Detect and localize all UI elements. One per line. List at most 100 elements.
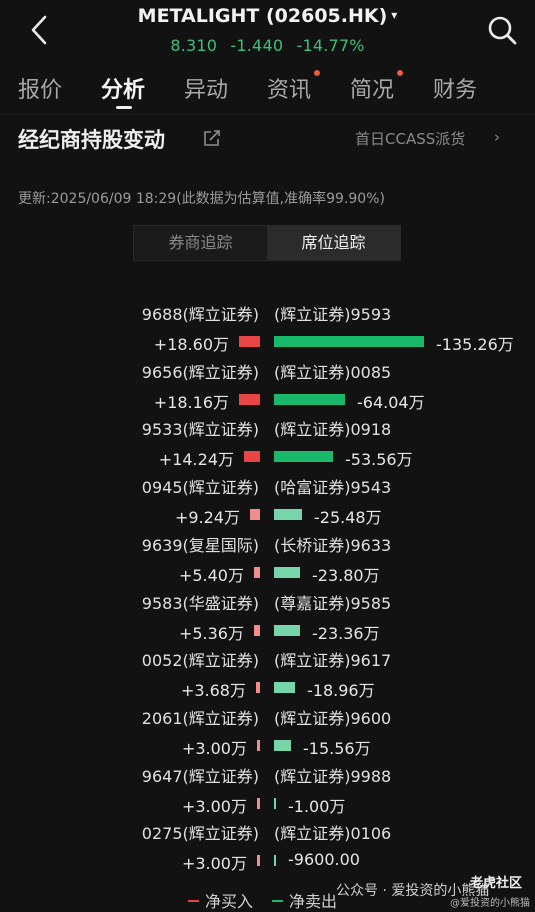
buy-value: +18.16万	[153, 393, 229, 412]
sell-bar	[274, 509, 302, 520]
seller-seat: (辉立证券)9593	[274, 305, 392, 324]
tab-label: 简况	[350, 78, 395, 103]
section-title: 经纪商持股变动	[18, 128, 165, 152]
last-price: 8.310	[170, 36, 218, 55]
seller-seat: (辉立证券)9600	[274, 709, 392, 728]
sell-bar	[274, 625, 300, 636]
buyer-seat: 9533(辉立证券)	[141, 420, 259, 439]
seller-seat: (辉立证券)0918	[274, 420, 392, 439]
sell-bar	[274, 798, 276, 809]
tab-label: 分析	[101, 78, 146, 103]
community-watermark: 老虎社区	[470, 876, 523, 891]
price-change: -1.440	[230, 36, 284, 55]
seller-seat: (辉立证券)0106	[274, 824, 392, 843]
segment-broker-tracking[interactable]: 券商追踪	[134, 226, 267, 260]
buyer-seat: 9656(辉立证券)	[141, 363, 259, 382]
seller-seat: (哈富证券)9543	[274, 478, 392, 497]
buy-value: +3.68万	[180, 681, 246, 700]
sell-value: -23.36万	[312, 624, 380, 643]
chevron-down-icon: ▾	[391, 8, 398, 22]
tab-2[interactable]: 异动	[184, 72, 228, 104]
sell-value: -25.48万	[314, 508, 382, 527]
legend-buy-swatch	[188, 900, 199, 902]
stock-title-text: METALIGHT (02605.HK)	[137, 5, 388, 27]
tab-label: 资讯	[267, 78, 312, 103]
legend-sell-label: 净卖出	[289, 892, 338, 911]
tab-label: 财务	[433, 78, 478, 103]
buy-value: +9.24万	[174, 508, 240, 527]
tab-3[interactable]: 资讯	[267, 70, 320, 104]
buyer-seat: 9688(辉立证券)	[141, 305, 259, 324]
chevron-right-icon[interactable]: ›	[494, 128, 500, 146]
segment-seat-tracking[interactable]: 席位追踪	[267, 226, 400, 260]
buy-value: +5.40万	[178, 566, 244, 585]
notification-dot	[314, 70, 320, 76]
sell-value: -9600.00	[288, 850, 360, 869]
sell-bar	[274, 740, 291, 751]
divider	[0, 114, 535, 115]
buy-value: +3.00万	[181, 797, 247, 816]
buy-bar	[244, 451, 260, 462]
buy-bar	[257, 740, 260, 751]
segmented-control: 券商追踪 席位追踪	[133, 225, 401, 261]
buy-value: +3.00万	[181, 854, 247, 873]
sell-bar	[274, 336, 424, 347]
buyer-seat: 9647(辉立证券)	[141, 767, 259, 786]
buy-value: +14.24万	[158, 450, 234, 469]
active-tab-indicator	[116, 106, 132, 109]
update-timestamp: 更新:2025/06/09 18:29(此数据为估算值,准确率99.90%)	[18, 191, 385, 207]
sell-value: -64.04万	[357, 393, 425, 412]
seller-seat: (长桥证券)9633	[274, 536, 392, 555]
buyer-seat: 0945(辉立证券)	[141, 478, 259, 497]
buyer-seat: 9583(华盛证券)	[141, 594, 259, 613]
sell-value: -23.80万	[312, 566, 380, 585]
buy-bar	[250, 509, 260, 520]
ccass-link[interactable]: 首日CCASS派货	[355, 128, 465, 149]
buy-bar	[239, 394, 260, 405]
sell-value: -18.96万	[307, 681, 375, 700]
price-change-pct: -14.77%	[296, 36, 365, 55]
seller-seat: (辉立证券)9617	[274, 651, 392, 670]
buy-value: +3.00万	[181, 739, 247, 758]
tab-label: 异动	[184, 78, 229, 103]
sell-value: -15.56万	[303, 739, 371, 758]
buyer-seat: 9639(复星国际)	[141, 536, 259, 555]
buyer-seat: 0275(辉立证券)	[141, 824, 259, 843]
tab-1[interactable]: 分析	[101, 72, 145, 104]
sell-value: -53.56万	[345, 450, 413, 469]
tab-label: 报价	[18, 78, 63, 103]
buy-bar	[239, 336, 260, 347]
seller-seat: (辉立证券)9988	[274, 767, 392, 786]
sell-bar	[274, 451, 333, 462]
handle-watermark: @爱投资的小熊猫	[450, 898, 530, 909]
sell-bar	[274, 567, 300, 578]
buy-bar	[257, 855, 260, 866]
notification-dot	[397, 70, 403, 76]
legend-buy: 净买入	[188, 888, 253, 912]
search-icon[interactable]	[486, 14, 518, 46]
tab-5[interactable]: 财务	[433, 72, 477, 104]
stock-title[interactable]: METALIGHT (02605.HK) ▾	[0, 5, 535, 27]
sell-bar	[274, 394, 345, 405]
legend-sell-swatch	[272, 900, 283, 902]
buy-bar	[254, 625, 260, 636]
buy-bar	[256, 682, 260, 693]
legend-buy-label: 净买入	[205, 892, 254, 911]
sell-value: -135.26万	[436, 335, 514, 354]
seller-seat: (尊嘉证券)9585	[274, 594, 392, 613]
sell-bar	[274, 682, 295, 693]
legend-sell: 净卖出	[272, 888, 337, 912]
seller-seat: (辉立证券)0085	[274, 363, 392, 382]
buy-bar	[254, 567, 260, 578]
buy-bar	[257, 798, 260, 809]
buyer-seat: 0052(辉立证券)	[141, 651, 259, 670]
share-icon[interactable]	[202, 128, 222, 148]
buy-value: +18.60万	[153, 335, 229, 354]
sell-value: -1.00万	[288, 797, 346, 816]
buyer-seat: 2061(辉立证券)	[141, 709, 259, 728]
buy-value: +5.36万	[178, 624, 244, 643]
sell-bar	[274, 855, 276, 866]
tab-4[interactable]: 简况	[350, 70, 403, 104]
tab-0[interactable]: 报价	[18, 72, 62, 104]
quote-line: 8.310 -1.440 -14.77%	[0, 36, 535, 55]
